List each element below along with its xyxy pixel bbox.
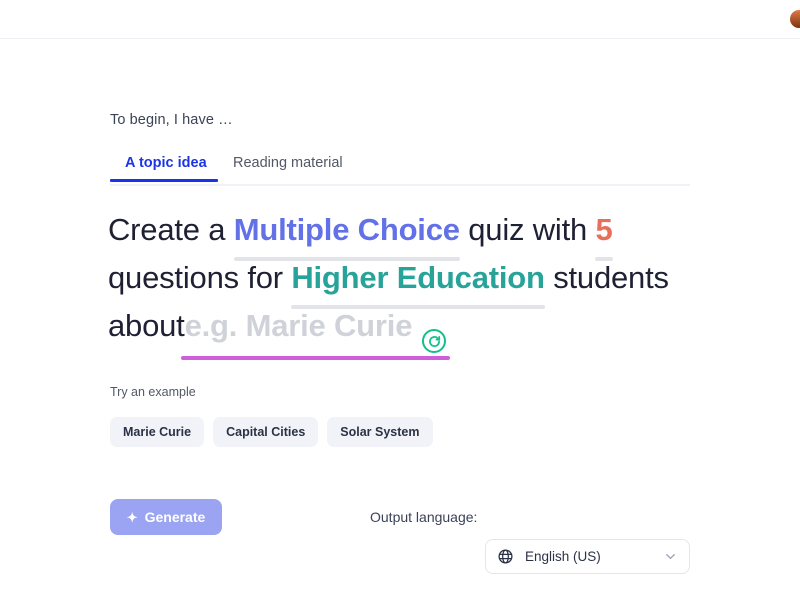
generate-button[interactable]: ✦ Generate bbox=[110, 499, 222, 535]
example-chip-solar-system[interactable]: Solar System bbox=[327, 417, 433, 447]
output-language-value: English (US) bbox=[525, 549, 601, 564]
sparkle-icon: ✦ bbox=[126, 509, 138, 525]
user-avatar-icon[interactable] bbox=[790, 10, 800, 28]
example-chips: Marie Curie Capital Cities Solar System bbox=[110, 417, 433, 447]
lead-text: To begin, I have … bbox=[110, 112, 233, 128]
tab-a-topic-idea[interactable]: A topic idea bbox=[110, 149, 218, 182]
tab-reading-material[interactable]: Reading material bbox=[233, 149, 343, 182]
topic-placeholder-text: e.g. Marie Curie bbox=[184, 308, 413, 343]
prompt-part-2: quiz with bbox=[468, 212, 588, 247]
example-chip-capital-cities[interactable]: Capital Cities bbox=[213, 417, 319, 447]
app-header bbox=[0, 0, 800, 39]
generate-button-label: Generate bbox=[144, 509, 206, 525]
topic-input-slot[interactable]: e.g. Marie Curie bbox=[180, 303, 450, 360]
chevron-down-icon[interactable] bbox=[663, 549, 678, 564]
refresh-icon[interactable] bbox=[422, 329, 447, 353]
audience-slot[interactable]: Higher Education bbox=[291, 255, 546, 309]
main-content: To begin, I have … A topic idea Reading … bbox=[0, 39, 800, 600]
globe-icon bbox=[497, 548, 514, 565]
prompt-part-1: Create a bbox=[108, 212, 226, 247]
quiz-type-slot[interactable]: Multiple Choice bbox=[233, 207, 460, 261]
prompt-sentence: Create a Multiple Choice quiz with 5 que… bbox=[108, 207, 708, 360]
output-language-label: Output language: bbox=[370, 509, 478, 525]
example-chip-marie-curie[interactable]: Marie Curie bbox=[110, 417, 205, 447]
question-count-slot[interactable]: 5 bbox=[595, 207, 613, 261]
output-language-select[interactable]: English (US) bbox=[485, 539, 690, 574]
try-example-label: Try an example bbox=[110, 385, 196, 399]
prompt-part-3: questions for bbox=[108, 260, 283, 295]
tab-bar-divider bbox=[110, 184, 690, 186]
tab-bar: A topic idea Reading material bbox=[110, 149, 690, 186]
